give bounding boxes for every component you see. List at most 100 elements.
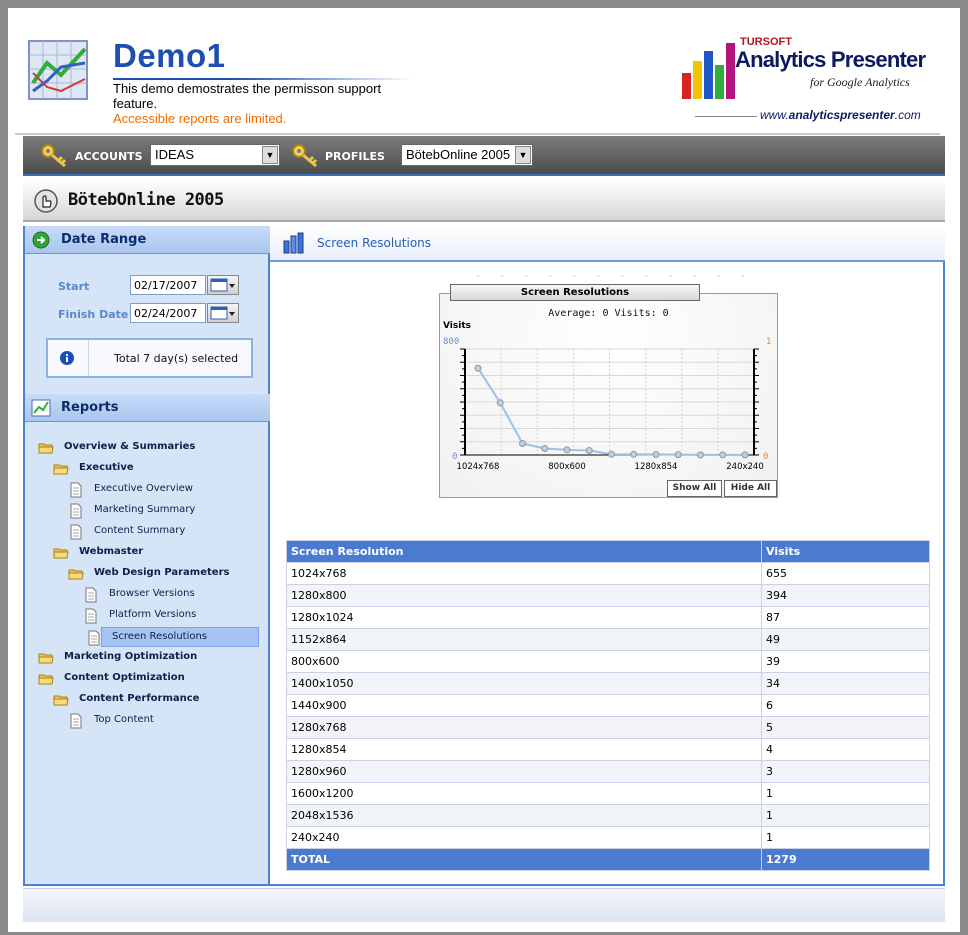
table-row[interactable]: 2048x1536 1 (286, 804, 930, 827)
visits-cell: 1 (761, 804, 930, 827)
visits-cell: 39 (761, 650, 930, 673)
y-tick-label: 0 (452, 452, 457, 462)
table-row[interactable]: 1024x768 655 (286, 562, 930, 585)
data-point (697, 451, 704, 459)
profile-title: BötebOnline 2005 (68, 190, 224, 210)
x-tick-label: 1280x854 (635, 462, 678, 472)
range-summary-text: Total 7 day(s) selected (114, 352, 239, 365)
chevron-down-icon[interactable]: ▼ (262, 146, 278, 164)
table-row[interactable]: 1280x854 4 (286, 738, 930, 761)
visits-cell: 3 (761, 760, 930, 783)
divider: - - - - - - - - - - - - (475, 271, 752, 282)
data-point (496, 399, 504, 407)
calendar-icon (210, 306, 235, 320)
header-description: This demo demostrates the permisson supp… (113, 81, 383, 126)
data-point (608, 450, 615, 458)
tree-item[interactable]: Browser Versions (83, 585, 265, 605)
data-point (474, 364, 482, 372)
data-point (741, 451, 749, 459)
tree-item[interactable]: Marketing Summary (68, 501, 265, 521)
arrow-right-icon (32, 231, 50, 249)
table-row[interactable]: 1280x1024 87 (286, 606, 930, 629)
column-header-visits[interactable]: Visits (761, 540, 930, 563)
tree-folder[interactable]: Web Design Parameters (68, 564, 265, 584)
tree-folder[interactable]: Executive (53, 459, 265, 479)
finish-date-input[interactable]: 02/24/2007 (130, 303, 206, 323)
tree-folder[interactable]: Marketing Optimization (38, 648, 265, 668)
document-icon (70, 524, 82, 540)
brand-product: Analytics Presenter (735, 47, 926, 72)
visits-cell: 1 (761, 826, 930, 849)
document-icon (88, 630, 100, 646)
resolution-cell: 1280x800 (286, 584, 762, 607)
reports-header[interactable]: Reports (25, 394, 270, 422)
table-row[interactable]: 800x600 39 (286, 650, 930, 673)
resolution-cell: 800x600 (286, 650, 762, 673)
visits-cell: 394 (761, 584, 930, 607)
total-value: 1279 (761, 848, 930, 871)
start-date-input[interactable]: 02/17/2007 (130, 275, 206, 295)
tree-folder[interactable]: Content Performance (53, 690, 265, 710)
tree-label: Marketing Optimization (64, 651, 198, 662)
table-row[interactable]: 1280x768 5 (286, 716, 930, 739)
finish-calendar-button[interactable] (207, 303, 239, 323)
table-row[interactable]: 1280x960 3 (286, 760, 930, 783)
brand-logo[interactable]: TURSOFT Analytics Presenter for Google A… (680, 35, 926, 125)
table-row[interactable]: 240x240 1 (286, 826, 930, 849)
tree-folder[interactable]: Content Optimization (38, 669, 265, 689)
document-icon (70, 482, 82, 498)
account-toolbar: ACCOUNTS IDEAS ▼ PROFILES BötebOnline 20… (23, 136, 945, 176)
y-axis-label: Visits (443, 321, 471, 331)
info-icon (60, 351, 74, 365)
tree-label: Webmaster (79, 546, 144, 557)
visits-cell: 5 (761, 716, 930, 739)
title-underline (113, 78, 413, 80)
tree-item[interactable]: Executive Overview (68, 480, 265, 500)
tree-item[interactable]: Content Summary (68, 522, 265, 542)
tree-item[interactable]: Screen Resolutions (88, 627, 259, 647)
document-icon (85, 587, 97, 603)
y2-tick-label: 1 (766, 337, 771, 347)
tree-item[interactable]: Platform Versions (83, 606, 265, 626)
accounts-select[interactable]: IDEAS ▼ (150, 144, 280, 166)
tree-folder[interactable]: Overview & Summaries (38, 438, 265, 458)
chart-icon (31, 399, 51, 417)
visits-cell: 1 (761, 782, 930, 805)
visits-cell: 4 (761, 738, 930, 761)
data-point (519, 439, 526, 447)
date-range-heading: Date Range (61, 232, 147, 247)
hide-all-button[interactable]: Hide All (724, 480, 777, 497)
chevron-down-icon[interactable]: ▼ (515, 146, 531, 164)
reports-heading: Reports (61, 400, 119, 415)
document-icon (85, 608, 97, 624)
tree-item[interactable]: Top Content (68, 711, 265, 731)
tree-label: Browser Versions (109, 588, 195, 599)
brand-url[interactable]: www.analyticspresenter.com (760, 108, 921, 122)
table-row[interactable]: 1440x900 6 (286, 694, 930, 717)
date-range-header[interactable]: Date Range (25, 226, 270, 254)
table-row[interactable]: 1280x800 394 (286, 584, 930, 607)
brand-url-suffix: .com (894, 108, 921, 122)
footer (23, 888, 945, 922)
main-header: Screen Resolutions (270, 226, 945, 262)
chart-subtitle: Average: 0 Visits: 0 (548, 308, 669, 319)
tree-label: Marketing Summary (94, 504, 196, 515)
table-row[interactable]: 1600x1200 1 (286, 782, 930, 805)
tree-folder[interactable]: Webmaster (53, 543, 265, 563)
column-header-resolution[interactable]: Screen Resolution (286, 540, 762, 563)
folder-icon (53, 548, 69, 559)
folder-icon (38, 443, 54, 454)
profiles-select[interactable]: BötebOnline 2005 ▼ (401, 144, 533, 166)
start-calendar-button[interactable] (207, 275, 239, 295)
data-point (563, 446, 571, 454)
resolution-cell: 240x240 (286, 826, 762, 849)
show-all-button[interactable]: Show All (667, 480, 722, 497)
table-row[interactable]: 1152x864 49 (286, 628, 930, 651)
tree-label: Platform Versions (109, 609, 197, 620)
tree-label: Screen Resolutions (112, 631, 208, 642)
sidebar: Date Range Start 02/17/2007 Finish Date … (23, 226, 270, 886)
brand-tagline: for Google Analytics (810, 75, 910, 89)
table-row[interactable]: 1400x1050 34 (286, 672, 930, 695)
access-note: Accessible reports are limited. (113, 111, 287, 126)
folder-icon (68, 569, 84, 580)
